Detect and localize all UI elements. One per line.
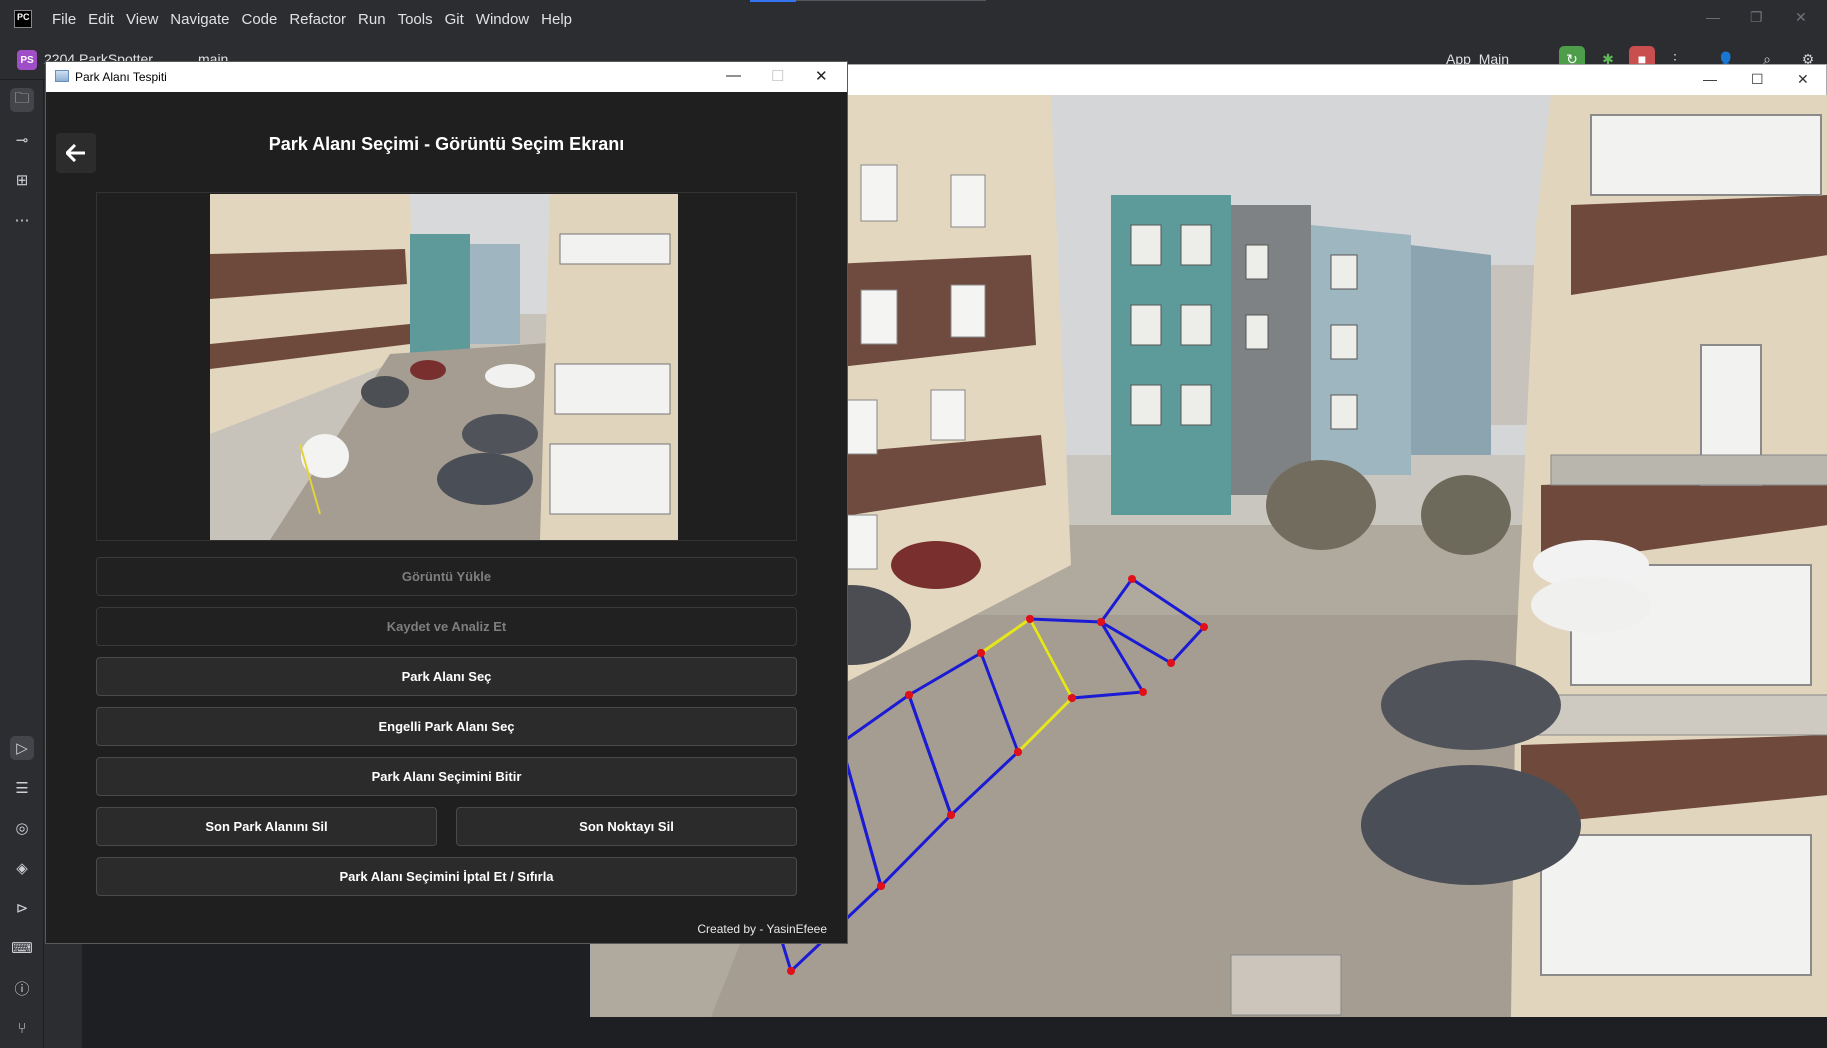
menu-code[interactable]: Code	[241, 11, 277, 28]
commit-tool-icon[interactable]: ⊸	[10, 128, 34, 152]
image-preview	[210, 194, 678, 540]
spot-vertex-point	[947, 811, 955, 819]
menu-tools[interactable]: Tools	[398, 11, 433, 28]
problems-tool-icon[interactable]: ⓘ	[10, 976, 34, 1000]
save-analyze-button[interactable]: Kaydet ve Analiz Et	[96, 607, 797, 646]
spot-vertex-point	[1097, 618, 1105, 626]
cancel-reset-button[interactable]: Park Alanı Seçimini İptal Et / Sıfırla	[96, 857, 797, 896]
app-close-icon[interactable]: ✕	[815, 67, 828, 85]
spot-vertex-point	[1014, 748, 1022, 756]
menu-run[interactable]: Run	[358, 11, 386, 28]
git-tool-icon[interactable]: ⑂	[10, 1016, 34, 1040]
more-tools-icon[interactable]: ⋯	[10, 208, 34, 232]
run-tool-icon[interactable]: ▷	[10, 736, 34, 760]
menu-git[interactable]: Git	[445, 11, 464, 28]
spot-vertex-point	[1128, 575, 1136, 583]
load-image-button[interactable]: Görüntü Yükle	[96, 557, 797, 596]
viewer-maximize-icon[interactable]: ☐	[1751, 71, 1764, 88]
app-maximize-icon: ☐	[771, 68, 785, 85]
menu-help[interactable]: Help	[541, 11, 572, 28]
page-title: Park Alanı Seçimi - Görüntü Seçim Ekranı	[268, 134, 625, 154]
services-tool-icon[interactable]: ⊳	[10, 896, 34, 920]
ide-close-icon[interactable]: ✕	[1795, 9, 1807, 26]
app-window-title: Park Alanı Tespiti	[75, 70, 167, 84]
spot-vertex-point	[905, 691, 913, 699]
menu-refactor[interactable]: Refactor	[289, 11, 346, 28]
spot-vertex-point	[1200, 623, 1208, 631]
spot-vertex-point	[977, 649, 985, 657]
pycharm-logo-icon: PC	[14, 10, 32, 28]
delete-last-spot-button[interactable]: Son Park Alanını Sil	[96, 807, 437, 846]
menu-edit[interactable]: Edit	[88, 11, 114, 28]
tool-window-stripe: 🗀 ⊸ ⊞ ⋯ ▷ ☰ ◎ ◈ ⊳ ⌨ ⓘ ⑂	[0, 80, 44, 1048]
viewer-close-icon[interactable]: ✕	[1797, 71, 1809, 88]
layers-tool-icon[interactable]: ◈	[10, 856, 34, 880]
spot-vertex-point	[1068, 694, 1076, 702]
spot-vertex-point	[877, 882, 885, 890]
spot-vertex-point	[1167, 659, 1175, 667]
project-badge[interactable]: PS	[17, 50, 37, 70]
app-minimize-icon[interactable]: —	[726, 67, 741, 84]
terminal-tool-icon[interactable]: ⌨	[10, 936, 34, 960]
structure-tool-icon[interactable]: ⊞	[10, 168, 34, 192]
ide-minimize-icon[interactable]: —	[1706, 9, 1720, 25]
select-spot-button[interactable]: Park Alanı Seç	[96, 657, 797, 696]
finish-selection-button[interactable]: Park Alanı Seçimini Bitir	[96, 757, 797, 796]
app-window-icon	[55, 70, 69, 82]
delete-last-point-button[interactable]: Son Noktayı Sil	[456, 807, 797, 846]
spot-vertex-point	[787, 967, 795, 975]
footer-credit: Created by - YasinEfeee	[697, 922, 827, 936]
spot-vertex-point	[1026, 615, 1034, 623]
ide-restore-icon[interactable]: ❐	[1750, 9, 1763, 26]
menu-navigate[interactable]: Navigate	[170, 11, 229, 28]
app-window: Park Alanı Tespiti — ☐ ✕ Park Alanı Seçi…	[46, 62, 847, 943]
viewer-minimize-icon[interactable]: —	[1703, 71, 1717, 87]
menu-window[interactable]: Window	[476, 11, 529, 28]
ide-menubar: PC File Edit View Navigate Code Refactor…	[0, 0, 1827, 38]
todo-tool-icon[interactable]: ☰	[10, 776, 34, 800]
menu-file[interactable]: File	[52, 11, 76, 28]
ide-progress-bar	[750, 0, 796, 2]
spot-vertex-point	[1139, 688, 1147, 696]
select-disabled-spot-button[interactable]: Engelli Park Alanı Seç	[96, 707, 797, 746]
ide-progress-track	[796, 0, 986, 1]
project-tool-icon[interactable]: 🗀	[10, 88, 34, 112]
python-console-icon[interactable]: ◎	[10, 816, 34, 840]
menu-view[interactable]: View	[126, 11, 158, 28]
image-preview-frame	[96, 192, 797, 541]
app-titlebar: Park Alanı Tespiti — ☐ ✕	[46, 62, 847, 92]
preview-photo	[210, 194, 678, 540]
